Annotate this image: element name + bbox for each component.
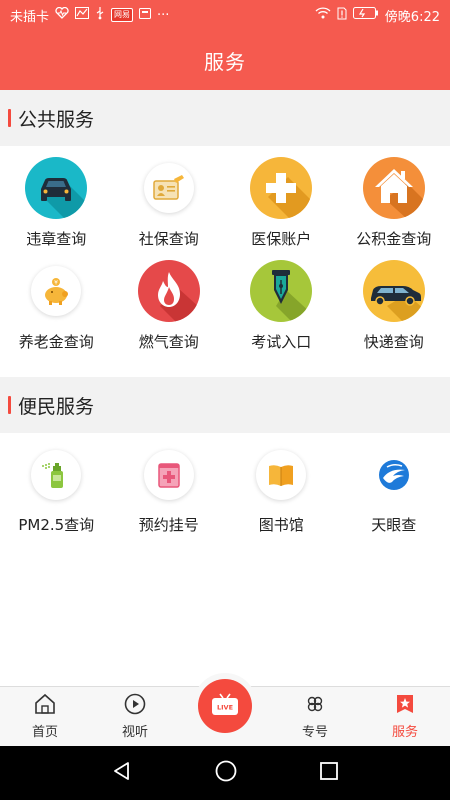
service-label: 医保账户 [251,230,312,248]
activity-icon [75,7,90,23]
delivery-car-icon [362,260,425,322]
service-exam[interactable]: 考试入口 [225,249,338,352]
convenience-services-grid: PM2.5查询 预约挂号 图书馆 天眼查 [0,433,450,536]
live-tv-button[interactable]: LIVE [198,679,252,733]
nav-service-label: 服务 [391,725,418,740]
heart-rate-icon [55,6,69,23]
service-label: 预约挂号 [138,516,199,534]
status-bar: 未插卡 网易 ··· 傍晚6:22 [0,0,450,30]
public-services-grid: 违章查询 社保查询 医保账户 公积金查询 ¥ 养老金查询 燃气查询 考试入口 快… [0,146,450,352]
service-traffic-violation[interactable]: 违章查询 [0,146,113,249]
section-accent-bar [8,396,11,414]
book-icon [256,450,307,500]
service-appointment[interactable]: 预约挂号 [113,433,226,536]
nav-live[interactable]: LIVE [180,673,270,746]
service-label: 快递查询 [363,333,424,351]
live-label: LIVE [217,704,233,712]
home-icon [34,693,56,719]
nav-special-label: 专号 [301,725,328,740]
car-icon [25,157,88,219]
service-label: PM2.5查询 [18,516,95,534]
service-label: 养老金查询 [18,333,94,351]
service-pm25[interactable]: PM2.5查询 [0,433,113,536]
page-title-bar: 服务 [0,30,450,90]
service-pension[interactable]: ¥ 养老金查询 [0,249,113,352]
more-notifications: ··· [157,7,170,23]
page-title: 服务 [204,49,246,74]
section-header-convenience: 便民服务 [0,377,450,433]
service-express[interactable]: 快递查询 [338,249,450,352]
service-medical-insurance[interactable]: 医保账户 [225,146,338,249]
service-label: 违章查询 [26,230,87,248]
system-nav-bar [0,746,450,800]
service-housing-fund[interactable]: 公积金查询 [338,146,450,249]
service-label: 天眼查 [371,516,417,534]
usb-icon [95,6,105,24]
id-card-icon [143,163,194,213]
service-label: 图书馆 [258,516,304,534]
service-label: 社保查询 [138,230,199,248]
spray-bottle-icon [31,450,82,500]
service-label: 考试入口 [251,333,312,351]
nav-service[interactable]: 服务 [360,687,450,746]
service-label: 燃气查询 [138,333,199,351]
service-library[interactable]: 图书馆 [225,433,338,536]
section-accent-bar [8,109,11,127]
live-tv-icon: LIVE [212,693,238,715]
flame-icon [137,260,200,322]
nav-home[interactable]: 首页 [0,687,90,746]
nav-special[interactable]: 专号 [270,687,360,746]
eye-logo-icon [368,450,419,500]
battery-icon [352,7,379,23]
news-app-icon [139,7,152,23]
home-circle-icon[interactable] [214,759,238,787]
recents-square-icon[interactable] [319,761,339,785]
service-social-security[interactable]: 社保查询 [113,146,226,249]
section-header-public: 公共服务 [0,90,450,146]
hospital-register-icon [143,450,194,500]
status-left: 未插卡 网易 ··· [10,6,315,25]
svg-text:¥: ¥ [54,280,58,287]
piggy-bank-icon: ¥ [31,266,82,316]
nav-video-label: 视听 [121,725,148,740]
medical-cross-icon [250,157,313,219]
service-star-icon [394,693,416,719]
service-label: 公积金查询 [356,230,432,248]
carrier-text: 未插卡 [10,9,50,25]
section-title-public: 公共服务 [18,108,95,131]
back-icon[interactable] [111,760,133,786]
service-tianyancha[interactable]: 天眼查 [338,433,450,536]
clover-icon [304,693,326,719]
news-app-badge: 网易 [111,8,134,22]
wifi-icon [315,7,331,23]
play-icon [124,693,146,719]
nav-video[interactable]: 视听 [90,687,180,746]
status-time: 傍晚6:22 [384,9,440,25]
house-icon [362,157,425,219]
pen-nib-icon [250,260,313,322]
status-right: 傍晚6:22 [315,6,440,25]
section-title-convenience: 便民服务 [18,395,95,418]
nav-home-label: 首页 [31,725,58,740]
sim-alert-icon [337,7,347,24]
bottom-nav: 首页 视听 LIVE 专号 服务 [0,673,450,746]
service-gas[interactable]: 燃气查询 [113,249,226,352]
